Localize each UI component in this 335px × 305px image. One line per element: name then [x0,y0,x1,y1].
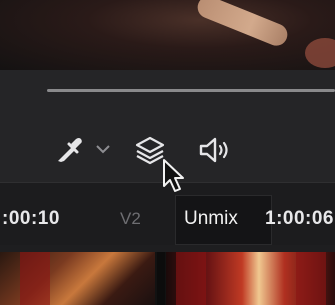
eyedropper-dropdown-button[interactable] [94,141,112,157]
tooltip-text: Unmix [184,208,238,229]
speaker-icon [199,137,228,163]
clip-thumbnail[interactable] [0,252,155,305]
clip-divider [157,252,165,305]
mouse-cursor [160,158,192,196]
eyedropper-icon [58,138,82,162]
scrubber-bar[interactable] [47,89,335,92]
timecode-right: 1:00:06 [265,208,334,229]
preview-image-stick [194,0,291,49]
clip-thumbnail[interactable] [166,252,335,305]
preview-image-detail [305,38,335,68]
timecode-left: :00:10 [2,208,60,229]
track-label: V2 [120,209,141,228]
eyedropper-button[interactable] [52,134,84,166]
chevron-down-icon [96,145,110,154]
viewer-preview [0,0,335,70]
audio-button[interactable] [198,135,234,165]
